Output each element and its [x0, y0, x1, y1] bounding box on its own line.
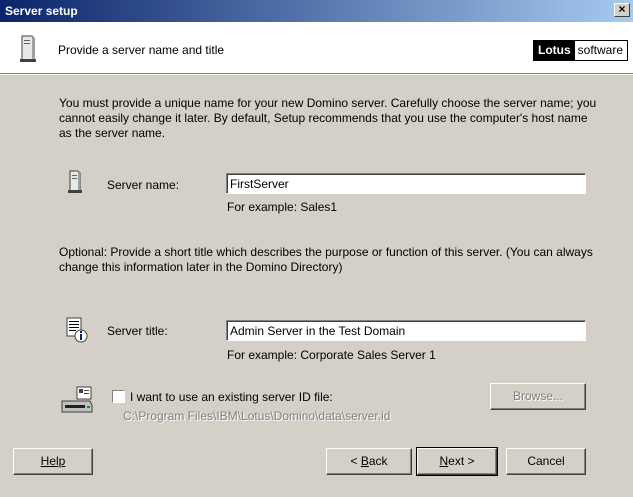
- server-name-example: For example: Sales1: [227, 200, 338, 214]
- server-name-input[interactable]: FirstServer: [226, 173, 586, 194]
- optional-text: Optional: Provide a short title which de…: [59, 245, 593, 274]
- back-button[interactable]: < Back: [326, 448, 412, 475]
- help-label: Help: [40, 454, 66, 468]
- close-button[interactable]: ×: [614, 3, 630, 17]
- lotus-software-logo: Lotus software: [533, 40, 629, 61]
- next-accesskey: N: [439, 454, 449, 468]
- back-accesskey: B: [360, 454, 369, 468]
- title-bar: Server setup ×: [0, 0, 633, 22]
- server-title-input[interactable]: Admin Server in the Test Domain: [226, 320, 586, 341]
- wizard-header: Provide a server name and title Lotus so…: [0, 22, 633, 75]
- logo-bold: Lotus: [534, 41, 575, 60]
- document-info-icon: [66, 317, 88, 343]
- intro-text: You must provide a unique name for your …: [59, 96, 597, 140]
- next-button[interactable]: Next >: [416, 447, 498, 476]
- back-prefix: <: [350, 454, 361, 468]
- next-label-rest: ext >: [448, 454, 475, 468]
- existing-id-label[interactable]: I want to use an existing server ID file…: [130, 390, 333, 404]
- server-title-example: For example: Corporate Sales Server 1: [227, 348, 436, 362]
- browse-button[interactable]: Browse...: [490, 383, 586, 410]
- page-title: Provide a server name and title: [58, 43, 225, 57]
- server-name-label: Server name:: [107, 178, 180, 192]
- existing-id-checkbox[interactable]: [112, 390, 125, 403]
- back-label-rest: ack: [368, 454, 388, 468]
- server-tower-icon: [68, 170, 82, 193]
- logo-light: software: [574, 41, 628, 60]
- cancel-button[interactable]: Cancel: [506, 448, 586, 475]
- server-title-label: Server title:: [107, 324, 168, 338]
- server-id-path: C:\Program Files\IBM\Lotus\Domino\data\s…: [123, 409, 391, 423]
- id-card-reader-icon: [61, 386, 93, 413]
- help-button[interactable]: Help: [13, 448, 93, 475]
- window-title: Server setup: [5, 4, 78, 18]
- server-tower-icon: [20, 35, 36, 62]
